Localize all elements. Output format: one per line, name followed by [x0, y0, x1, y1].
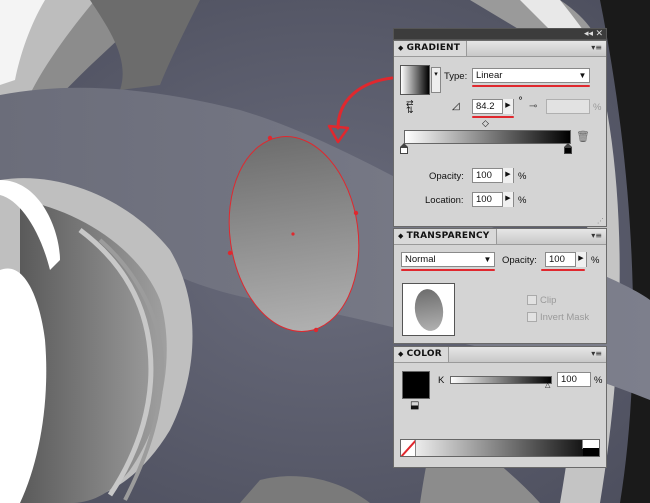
- gradient-slider[interactable]: [404, 130, 571, 144]
- angle-value: 84.2: [476, 101, 495, 112]
- panel-menu-icon[interactable]: ▾≡: [591, 231, 602, 241]
- stop-opacity-label: Opacity:: [429, 171, 464, 182]
- gradient-swatch[interactable]: [400, 65, 430, 95]
- type-select[interactable]: Linear ▼: [472, 68, 590, 83]
- transparency-panel-header[interactable]: ◆ TRANSPARENCY ▾≡: [394, 229, 606, 245]
- tab-transparency-label: TRANSPARENCY: [406, 231, 490, 241]
- blend-mode-select[interactable]: Normal ▼: [401, 252, 495, 267]
- resize-grip-icon[interactable]: ⋰: [597, 217, 604, 225]
- clip-checkbox[interactable]: [527, 295, 537, 305]
- chevron-down-icon[interactable]: ▼: [481, 253, 494, 266]
- color-panel: ◆ COLOR ▾≡ ⬓ K △ 100 %: [393, 346, 607, 468]
- transparency-opacity-field[interactable]: 100 ▶: [545, 252, 587, 267]
- stop-location-stepper[interactable]: ▶: [502, 192, 513, 207]
- aspect-ratio-icon: ⊸: [529, 101, 538, 112]
- gradient-stop-white[interactable]: [400, 143, 408, 154]
- transparency-opacity-label: Opacity:: [502, 255, 537, 266]
- blend-mode-value: Normal: [405, 254, 436, 265]
- gradient-stop-black[interactable]: [564, 143, 572, 154]
- stop-opacity-stepper[interactable]: ▶: [502, 168, 513, 183]
- stop-location-field[interactable]: 100 ▶: [472, 192, 514, 207]
- transparency-opacity-value: 100: [549, 254, 565, 265]
- aspect-ratio-field: [546, 99, 590, 114]
- object-thumbnail[interactable]: [402, 283, 455, 336]
- k-channel-unit: %: [594, 375, 603, 386]
- panel-dock-titlebar[interactable]: ◂◂ ✕: [393, 28, 607, 40]
- chevron-down-icon[interactable]: ▼: [576, 69, 589, 82]
- clip-label: Clip: [540, 295, 557, 306]
- k-slider-thumb[interactable]: △: [545, 381, 550, 389]
- k-channel-label: K: [438, 375, 445, 386]
- angle-field[interactable]: 84.2 ▶: [472, 99, 514, 114]
- close-icon[interactable]: ✕: [595, 29, 603, 39]
- angle-icon: ◿: [452, 101, 460, 112]
- type-label: Type:: [444, 71, 468, 82]
- tab-gradient-label: GRADIENT: [406, 43, 461, 53]
- out-of-gamut-icon[interactable]: ⬓: [410, 400, 419, 411]
- trash-icon[interactable]: 🗑: [576, 130, 590, 143]
- collapse-panels-icon[interactable]: ◂◂: [584, 29, 593, 39]
- thumbnail-ellipse: [414, 289, 444, 331]
- invert-mask-label: Invert Mask: [540, 312, 590, 323]
- color-spectrum-ramp[interactable]: [400, 439, 600, 457]
- stop-location-value: 100: [476, 194, 492, 205]
- black-swatch[interactable]: [583, 448, 599, 456]
- color-panel-header[interactable]: ◆ COLOR ▾≡: [394, 347, 606, 363]
- tab-toggle-icon[interactable]: ◆: [398, 350, 404, 358]
- none-swatch[interactable]: [401, 440, 416, 456]
- tab-color-label: COLOR: [406, 349, 442, 359]
- panel-menu-icon[interactable]: ▾≡: [591, 43, 602, 53]
- transparency-opacity-unit: %: [591, 255, 600, 266]
- stop-location-unit: %: [518, 195, 527, 206]
- gradient-midpoint-marker[interactable]: ◇: [482, 119, 489, 129]
- stop-opacity-value: 100: [476, 170, 492, 181]
- k-channel-field[interactable]: 100: [557, 372, 591, 387]
- stop-opacity-field[interactable]: 100 ▶: [472, 168, 514, 183]
- angle-unit: °: [518, 96, 523, 107]
- fill-color-swatch[interactable]: [402, 371, 430, 399]
- tab-color[interactable]: ◆ COLOR: [394, 347, 449, 362]
- panel-menu-icon[interactable]: ▾≡: [591, 349, 602, 359]
- tab-transparency[interactable]: ◆ TRANSPARENCY: [394, 229, 497, 244]
- angle-stepper[interactable]: ▶: [502, 99, 513, 114]
- k-channel-value: 100: [561, 374, 577, 385]
- gradient-panel-header[interactable]: ◆ GRADIENT ▾≡: [394, 41, 606, 57]
- stop-opacity-unit: %: [518, 171, 527, 182]
- gradient-swatch-dropdown[interactable]: ▾: [431, 67, 441, 93]
- tab-toggle-icon[interactable]: ◆: [398, 44, 404, 52]
- type-select-value: Linear: [476, 70, 503, 81]
- transparency-opacity-stepper[interactable]: ▶: [575, 252, 586, 267]
- tab-gradient[interactable]: ◆ GRADIENT: [394, 41, 468, 56]
- stop-location-label: Location:: [425, 195, 464, 206]
- tab-toggle-icon[interactable]: ◆: [398, 232, 404, 240]
- k-channel-slider[interactable]: [450, 376, 552, 384]
- reverse-gradient-icon[interactable]: ⇄ ⇅: [406, 100, 420, 116]
- transparency-panel: ◆ TRANSPARENCY ▾≡ Normal ▼ Opacity: 100 ▶…: [393, 228, 607, 344]
- invert-mask-checkbox[interactable]: [527, 312, 537, 322]
- aspect-unit: %: [593, 102, 602, 113]
- gradient-panel: ◆ GRADIENT ▾≡ ▾ Type: Linear ▼ ⇄ ⇅ ◿ 84.2 …: [393, 40, 607, 227]
